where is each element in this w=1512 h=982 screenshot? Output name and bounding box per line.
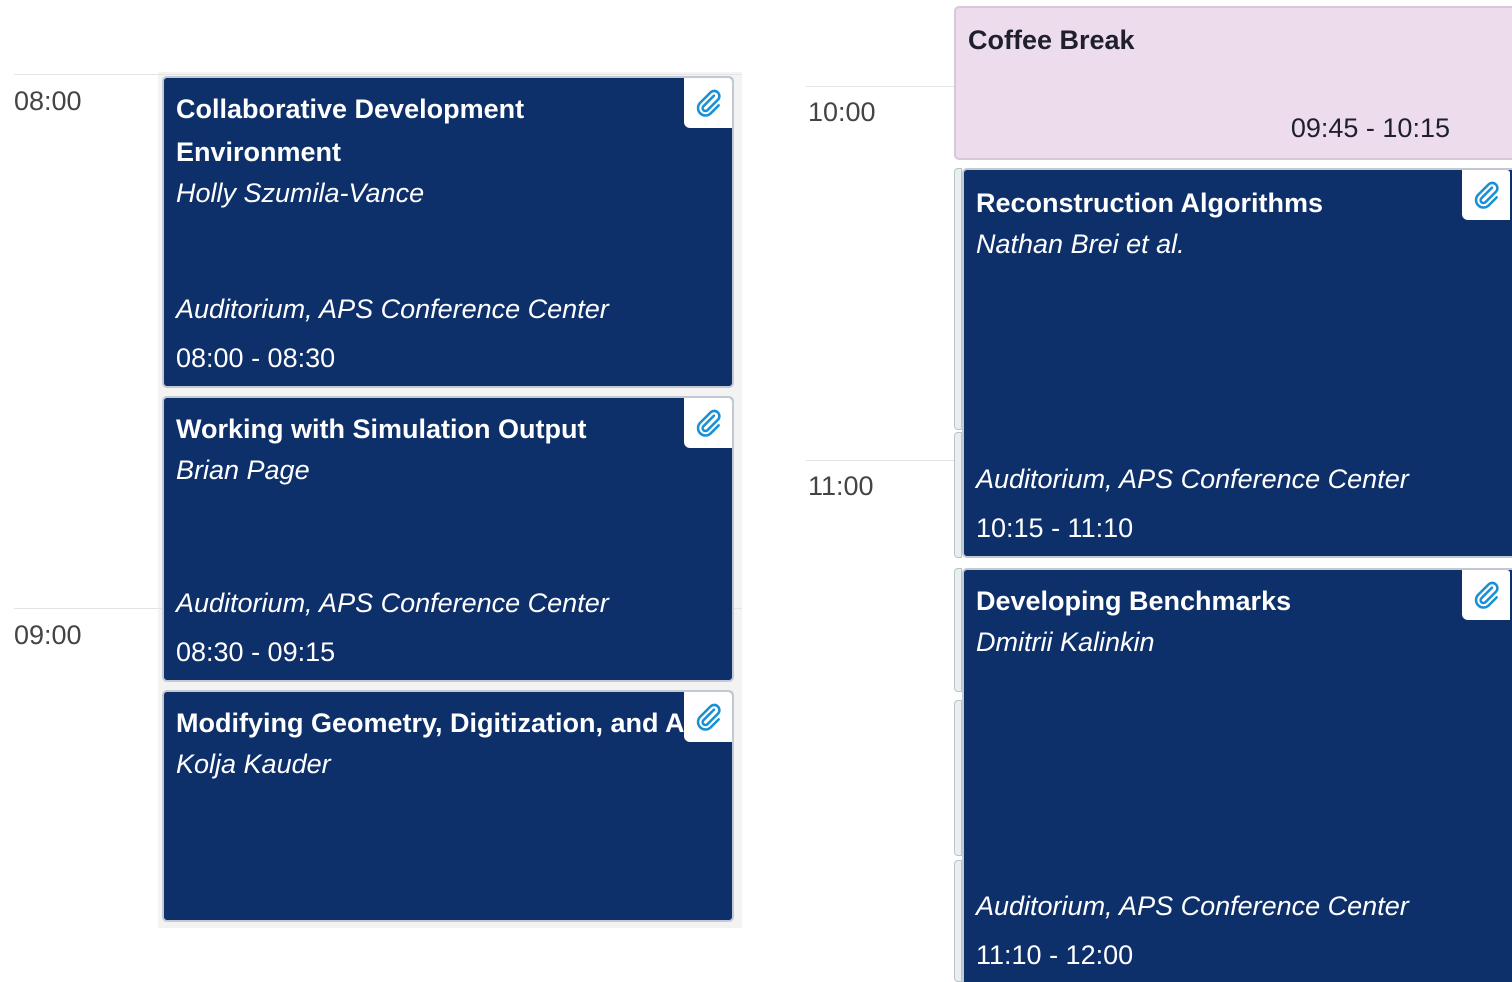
event-time: 11:10 - 12:00	[976, 940, 1134, 970]
event-speaker: Kolja Kauder	[176, 749, 331, 779]
attachment-button[interactable]	[1462, 170, 1510, 220]
paperclip-icon	[696, 409, 721, 437]
event-time: 10:15 - 11:10	[976, 513, 1134, 543]
time-label-0900: 09:00	[14, 620, 82, 650]
event-title: Working with Simulation Output	[176, 414, 587, 444]
event-title: Collaborative Development Environment	[176, 94, 525, 167]
event-edge-tab	[954, 568, 962, 692]
event-simulation-output[interactable]: Working with Simulation Output Brian Pag…	[162, 396, 734, 682]
event-edge-tab	[954, 168, 962, 430]
paperclip-icon	[696, 703, 721, 731]
paperclip-icon	[696, 89, 721, 117]
event-title: Reconstruction Algorithms	[976, 188, 1324, 218]
event-time: 08:30 - 09:15	[176, 637, 336, 667]
event-time: 08:00 - 08:30	[176, 343, 336, 373]
time-label-1100: 11:00	[808, 471, 874, 501]
event-collaborative-development[interactable]: Collaborative Development Environment Ho…	[162, 76, 734, 388]
event-edge-tab	[954, 860, 962, 982]
event-speaker: Holly Szumila-Vance	[176, 178, 425, 208]
event-modifying-geometry[interactable]: Modifying Geometry, Digitization, and An…	[162, 690, 734, 922]
time-label-1000: 10:00	[808, 97, 876, 127]
hour-line-0800	[14, 74, 742, 75]
event-title: Developing Benchmarks	[976, 586, 1292, 616]
attachment-button[interactable]	[1462, 570, 1510, 620]
event-coffee-break[interactable]: Coffee Break 09:45 - 10:15	[954, 6, 1512, 160]
event-location: Auditorium, APS Conference Center	[976, 891, 1409, 921]
paperclip-icon	[1474, 581, 1499, 609]
time-label-0800: 08:00	[14, 86, 82, 116]
event-location: Auditorium, APS Conference Center	[976, 464, 1409, 494]
timetable: 08:00 09:00 10:00 11:00 Collaborative De…	[0, 0, 1512, 982]
event-developing-benchmarks[interactable]: Developing Benchmarks Dmitrii Kalinkin A…	[962, 568, 1512, 982]
break-title: Coffee Break	[968, 25, 1135, 55]
event-reconstruction-algorithms[interactable]: Reconstruction Algorithms Nathan Brei et…	[962, 168, 1512, 558]
event-title: Modifying Geometry, Digitization, and An…	[176, 708, 732, 738]
event-speaker: Nathan Brei et al.	[976, 229, 1185, 259]
event-edge-tab	[954, 432, 962, 558]
attachment-button[interactable]	[684, 692, 732, 742]
event-edge-tab	[954, 700, 962, 856]
paperclip-icon	[1474, 181, 1499, 209]
event-speaker: Dmitrii Kalinkin	[976, 627, 1155, 657]
attachment-button[interactable]	[684, 398, 732, 448]
event-speaker: Brian Page	[176, 455, 310, 485]
break-time: 09:45 - 10:15	[1290, 113, 1450, 143]
attachment-button[interactable]	[684, 78, 732, 128]
event-location: Auditorium, APS Conference Center	[176, 294, 609, 324]
event-location: Auditorium, APS Conference Center	[176, 588, 609, 618]
